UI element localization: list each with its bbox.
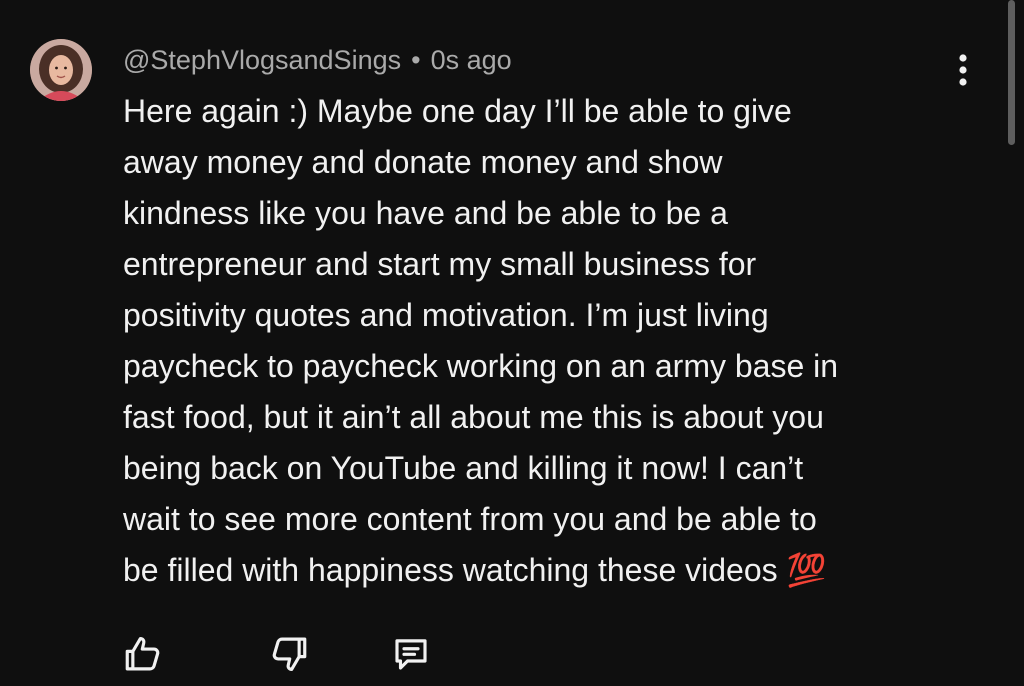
comment-line: kindness like you have and be able to be… — [123, 195, 728, 231]
thumbs-down-icon — [272, 637, 307, 671]
comment-line: paycheck to paycheck working on an army … — [123, 348, 839, 384]
comment-line: be filled with happiness watching these … — [123, 552, 827, 588]
comment-line: away money and donate money and show — [123, 144, 723, 180]
three-dot-vertical-icon — [959, 54, 967, 86]
comment-meta: @StephVlogsandSings • 0s ago — [123, 42, 512, 78]
reply-comment-icon — [395, 639, 427, 670]
reply-button[interactable] — [388, 632, 434, 676]
comment-timestamp[interactable]: 0s ago — [431, 45, 512, 75]
comment-author[interactable]: @StephVlogsandSings — [123, 45, 401, 75]
comment-line: positivity quotes and motivation. I’m ju… — [123, 297, 769, 333]
more-options-button[interactable] — [948, 50, 978, 90]
comment-line: wait to see more content from you and be… — [123, 501, 817, 537]
meta-separator: • — [411, 45, 421, 75]
comment-line: Here again :) Maybe one day I’ll be able… — [123, 93, 792, 129]
avatar[interactable] — [30, 39, 92, 101]
comment-line: entrepreneur and start my small business… — [123, 246, 757, 282]
comment-text: Here again :) Maybe one day I’ll be able… — [123, 86, 983, 596]
user-avatar-icon — [30, 39, 92, 101]
dislike-button[interactable] — [266, 632, 312, 676]
comment-line: fast food, but it ain’t all about me thi… — [123, 399, 824, 435]
comment-line: being back on YouTube and killing it now… — [123, 450, 804, 486]
like-button[interactable] — [120, 632, 166, 676]
scrollbar[interactable] — [1008, 0, 1015, 145]
thumbs-up-icon — [125, 637, 160, 671]
